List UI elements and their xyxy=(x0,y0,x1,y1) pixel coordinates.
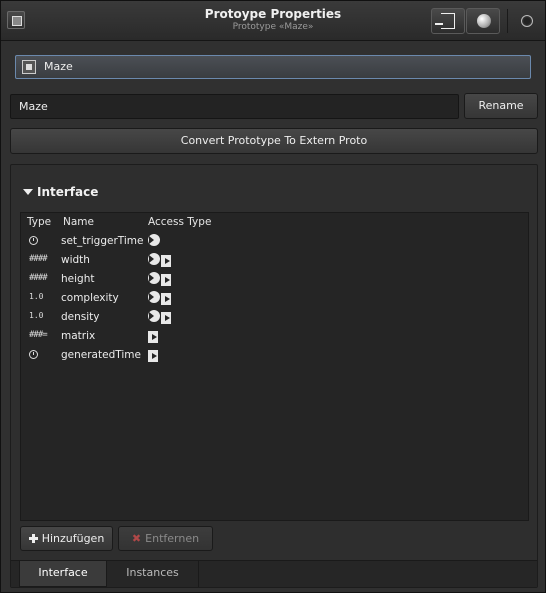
title-separator xyxy=(507,9,508,33)
interface-group: Interface Type Name Access Type set_trig… xyxy=(10,164,538,588)
field-name: density xyxy=(61,311,100,323)
sphere-icon xyxy=(477,14,491,28)
int-icon: #### xyxy=(29,273,48,283)
table-row[interactable]: #### height xyxy=(21,270,528,289)
access-type-inout-icon xyxy=(148,272,188,286)
prototype-icon xyxy=(22,60,36,74)
access-type-inout-icon xyxy=(148,253,188,267)
column-name[interactable]: Name xyxy=(63,216,94,228)
tab-interface[interactable]: Interface xyxy=(19,561,107,587)
import-button[interactable] xyxy=(431,8,465,34)
remove-field-button[interactable]: ✖ Entfernen xyxy=(118,526,213,551)
sphere-button[interactable] xyxy=(466,8,500,34)
table-row[interactable]: 1.0 density xyxy=(21,308,528,327)
add-field-button[interactable]: Hinzufügen xyxy=(20,526,113,551)
access-type-in-icon xyxy=(148,234,188,248)
field-name: complexity xyxy=(61,292,119,304)
title-bar: Protoype Properties Prototype «Maze» xyxy=(1,1,545,41)
time-icon xyxy=(29,349,49,361)
int-array-icon: ###= xyxy=(29,330,48,340)
plus-icon xyxy=(28,534,38,543)
prototype-properties-window: Protoype Properties Prototype «Maze» Maz… xyxy=(0,0,546,593)
column-access-type[interactable]: Access Type xyxy=(148,216,211,228)
field-name: generatedTime xyxy=(61,349,141,361)
collapse-triangle-icon xyxy=(23,188,33,195)
close-dot-icon[interactable] xyxy=(521,15,533,27)
field-name: width xyxy=(61,254,90,266)
prototype-name-input[interactable] xyxy=(10,94,459,119)
table-row[interactable]: ###= matrix xyxy=(21,327,528,346)
rename-button[interactable]: Rename xyxy=(464,93,538,119)
access-type-inout-icon xyxy=(148,310,188,324)
field-name: height xyxy=(61,273,95,285)
table-row[interactable]: #### width xyxy=(21,251,528,270)
table-row[interactable]: set_triggerTime xyxy=(21,232,528,251)
prototype-selector-label: Maze xyxy=(44,60,73,73)
table-row[interactable]: 1.0 complexity xyxy=(21,289,528,308)
convert-to-extern-proto-button[interactable]: Convert Prototype To Extern Proto xyxy=(10,128,538,154)
import-icon xyxy=(435,13,455,29)
access-type-out-icon xyxy=(148,348,188,362)
add-field-label: Hinzufügen xyxy=(41,532,105,545)
prototype-selector[interactable]: Maze xyxy=(15,55,531,79)
remove-x-icon: ✖ xyxy=(131,532,142,545)
interface-header-label: Interface xyxy=(37,185,99,199)
tab-bar: Interface Instances xyxy=(11,560,537,587)
table-row[interactable]: generatedTime xyxy=(21,346,528,365)
interface-table: Type Name Access Type set_triggerTime ###… xyxy=(20,212,529,521)
remove-field-label: Entfernen xyxy=(145,532,200,545)
tab-instances[interactable]: Instances xyxy=(107,561,199,587)
column-type[interactable]: Type xyxy=(27,216,51,228)
field-name: set_triggerTime xyxy=(61,235,144,247)
field-name: matrix xyxy=(61,330,96,342)
time-icon xyxy=(29,235,49,247)
interface-header[interactable]: Interface xyxy=(23,185,98,199)
access-type-inout-icon xyxy=(148,291,188,305)
float-icon: 1.0 xyxy=(29,311,44,320)
access-type-out-icon xyxy=(148,329,188,343)
int-icon: #### xyxy=(29,254,48,264)
float-icon: 1.0 xyxy=(29,292,44,301)
table-header: Type Name Access Type xyxy=(21,213,528,231)
